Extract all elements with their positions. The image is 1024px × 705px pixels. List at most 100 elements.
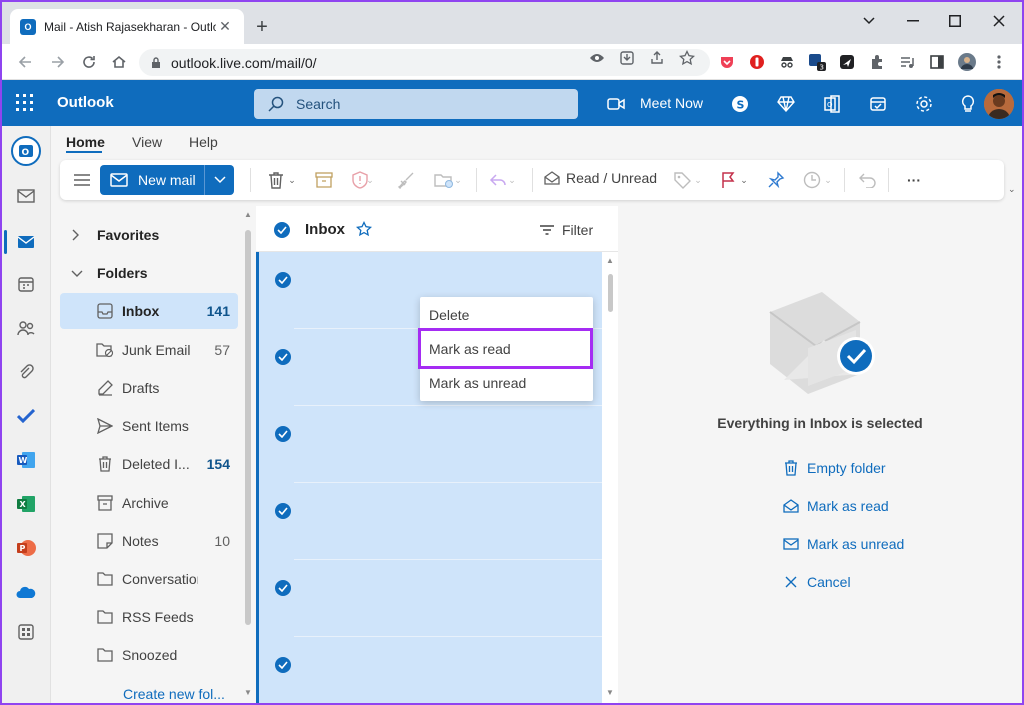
filter-button[interactable]: Filter bbox=[540, 222, 593, 238]
more-apps-icon[interactable] bbox=[14, 620, 38, 644]
folder-pane-scroll-thumb[interactable] bbox=[245, 230, 251, 625]
my-day-icon[interactable] bbox=[868, 94, 888, 114]
reload-icon[interactable] bbox=[78, 51, 100, 73]
browser-menu-icon[interactable] bbox=[990, 53, 1008, 71]
send-extension-icon[interactable] bbox=[838, 53, 856, 71]
install-app-icon[interactable] bbox=[618, 49, 636, 67]
folder-deleted-items[interactable]: Deleted I... 154 bbox=[60, 446, 238, 482]
side-panel-icon[interactable] bbox=[928, 53, 946, 71]
todo-icon[interactable] bbox=[14, 404, 38, 428]
favorites-group[interactable]: Favorites bbox=[71, 227, 159, 243]
message-list-scrollbar[interactable]: ▲ ▼ bbox=[602, 252, 618, 703]
archive-icon[interactable] bbox=[314, 170, 334, 190]
empty-folder-button[interactable]: Empty folder bbox=[781, 458, 886, 478]
folder-inbox[interactable]: Inbox 141 bbox=[60, 293, 238, 329]
move-to-folder-icon[interactable] bbox=[434, 170, 454, 190]
new-mail-button[interactable]: New mail bbox=[100, 165, 234, 195]
new-mail-dropdown-chevron-icon[interactable] bbox=[204, 165, 234, 195]
tips-lightbulb-icon[interactable] bbox=[958, 94, 978, 114]
message-checkbox[interactable] bbox=[275, 349, 291, 365]
folder-notes[interactable]: Notes 10 bbox=[60, 523, 238, 559]
tag-chevron-icon[interactable]: ⌄ bbox=[692, 170, 704, 190]
ribbon-collapse-chevron-icon[interactable]: ⌄ bbox=[1008, 184, 1016, 195]
message-list-scroll-thumb[interactable] bbox=[608, 274, 613, 312]
settings-gear-icon[interactable] bbox=[914, 94, 934, 114]
tab-close-icon[interactable]: ✕ bbox=[216, 18, 234, 36]
tab-search-chevron-icon[interactable] bbox=[854, 10, 884, 32]
media-controls-icon[interactable] bbox=[898, 53, 916, 71]
people-icon[interactable] bbox=[14, 316, 38, 340]
extensions-puzzle-icon[interactable] bbox=[868, 53, 886, 71]
select-all-checkbox[interactable] bbox=[274, 222, 290, 238]
folder-snoozed[interactable]: Snoozed bbox=[60, 637, 238, 673]
report-chevron-icon[interactable]: ⌄ bbox=[364, 170, 376, 190]
home-icon[interactable] bbox=[108, 51, 130, 73]
attachment-icon[interactable] bbox=[14, 360, 38, 384]
move-chevron-icon[interactable]: ⌄ bbox=[452, 170, 464, 190]
tab-help[interactable]: Help bbox=[189, 134, 218, 150]
sweep-broom-icon[interactable] bbox=[396, 170, 416, 190]
folder-archive[interactable]: Archive bbox=[60, 485, 238, 521]
create-new-folder-link[interactable]: Create new fol... bbox=[123, 686, 225, 702]
app-name[interactable]: Outlook bbox=[57, 94, 114, 111]
mark-as-unread-button[interactable]: Mark as unread bbox=[781, 534, 904, 554]
calendar-icon[interactable] bbox=[14, 272, 38, 296]
menu-item-delete[interactable]: Delete bbox=[420, 298, 593, 332]
message-row[interactable] bbox=[256, 483, 602, 560]
folder-drafts[interactable]: Drafts bbox=[60, 370, 238, 406]
tag-icon[interactable] bbox=[672, 170, 692, 190]
message-checkbox[interactable] bbox=[275, 657, 291, 673]
outlook-app-icon[interactable]: O bbox=[11, 136, 41, 166]
menu-item-mark-as-unread[interactable]: Mark as unread bbox=[420, 366, 593, 400]
undo-icon[interactable] bbox=[858, 170, 878, 190]
tab-view[interactable]: View bbox=[132, 134, 162, 150]
excel-icon[interactable]: X bbox=[14, 492, 38, 516]
onedrive-icon[interactable] bbox=[14, 580, 38, 604]
message-row[interactable] bbox=[256, 637, 602, 703]
tab-home[interactable]: Home bbox=[66, 134, 105, 150]
mark-as-read-button[interactable]: Mark as read bbox=[781, 496, 889, 516]
outlook-extension-icon[interactable]: 3 bbox=[808, 53, 826, 71]
folder-conversation-history[interactable]: Conversation ... bbox=[60, 561, 238, 597]
minimize-icon[interactable] bbox=[898, 10, 928, 32]
message-checkbox[interactable] bbox=[275, 426, 291, 442]
message-checkbox[interactable] bbox=[275, 503, 291, 519]
video-camera-icon[interactable] bbox=[606, 94, 626, 114]
message-checkbox[interactable] bbox=[275, 272, 291, 288]
office-apps-icon[interactable]: O bbox=[822, 94, 842, 114]
message-row[interactable] bbox=[256, 560, 602, 637]
mail-icon[interactable] bbox=[14, 230, 38, 254]
forward-icon[interactable] bbox=[47, 51, 69, 73]
close-window-icon[interactable] bbox=[984, 10, 1014, 32]
share-icon[interactable] bbox=[648, 49, 666, 67]
reply-icon[interactable] bbox=[488, 170, 508, 190]
snooze-clock-icon[interactable] bbox=[802, 170, 822, 190]
search-box[interactable]: Search bbox=[254, 89, 578, 119]
word-icon[interactable]: W bbox=[14, 448, 38, 472]
mail-outline-icon[interactable] bbox=[14, 184, 38, 208]
meet-now-button[interactable]: Meet Now bbox=[640, 95, 703, 111]
maximize-icon[interactable] bbox=[940, 10, 970, 32]
browser-tab[interactable]: O Mail - Atish Rajasekharan - Outlo ✕ bbox=[10, 9, 244, 44]
powerpoint-icon[interactable]: P bbox=[14, 536, 38, 560]
folder-sent-items[interactable]: Sent Items bbox=[60, 408, 238, 444]
delete-chevron-icon[interactable]: ⌄ bbox=[286, 170, 298, 190]
tracking-eye-icon[interactable] bbox=[588, 49, 606, 67]
folders-group[interactable]: Folders bbox=[71, 265, 148, 281]
hamburger-menu-icon[interactable] bbox=[72, 170, 92, 190]
folder-junk-email[interactable]: Junk Email 57 bbox=[60, 332, 238, 368]
folder-rss-feeds[interactable]: RSS Feeds bbox=[60, 599, 238, 635]
reply-chevron-icon[interactable]: ⌄ bbox=[506, 170, 518, 190]
snooze-chevron-icon[interactable]: ⌄ bbox=[822, 170, 834, 190]
incognito-extension-icon[interactable] bbox=[778, 53, 796, 71]
skype-icon[interactable]: S bbox=[730, 94, 750, 114]
premium-diamond-icon[interactable] bbox=[776, 94, 796, 114]
user-avatar[interactable] bbox=[984, 89, 1014, 119]
message-checkbox[interactable] bbox=[275, 580, 291, 596]
flag-chevron-icon[interactable]: ⌄ bbox=[738, 170, 750, 190]
favorite-star-icon[interactable] bbox=[356, 221, 372, 237]
more-options-icon[interactable]: ··· bbox=[904, 170, 924, 190]
delete-trash-icon[interactable] bbox=[266, 170, 286, 190]
back-icon[interactable] bbox=[14, 51, 36, 73]
bookmark-star-icon[interactable] bbox=[678, 49, 696, 67]
